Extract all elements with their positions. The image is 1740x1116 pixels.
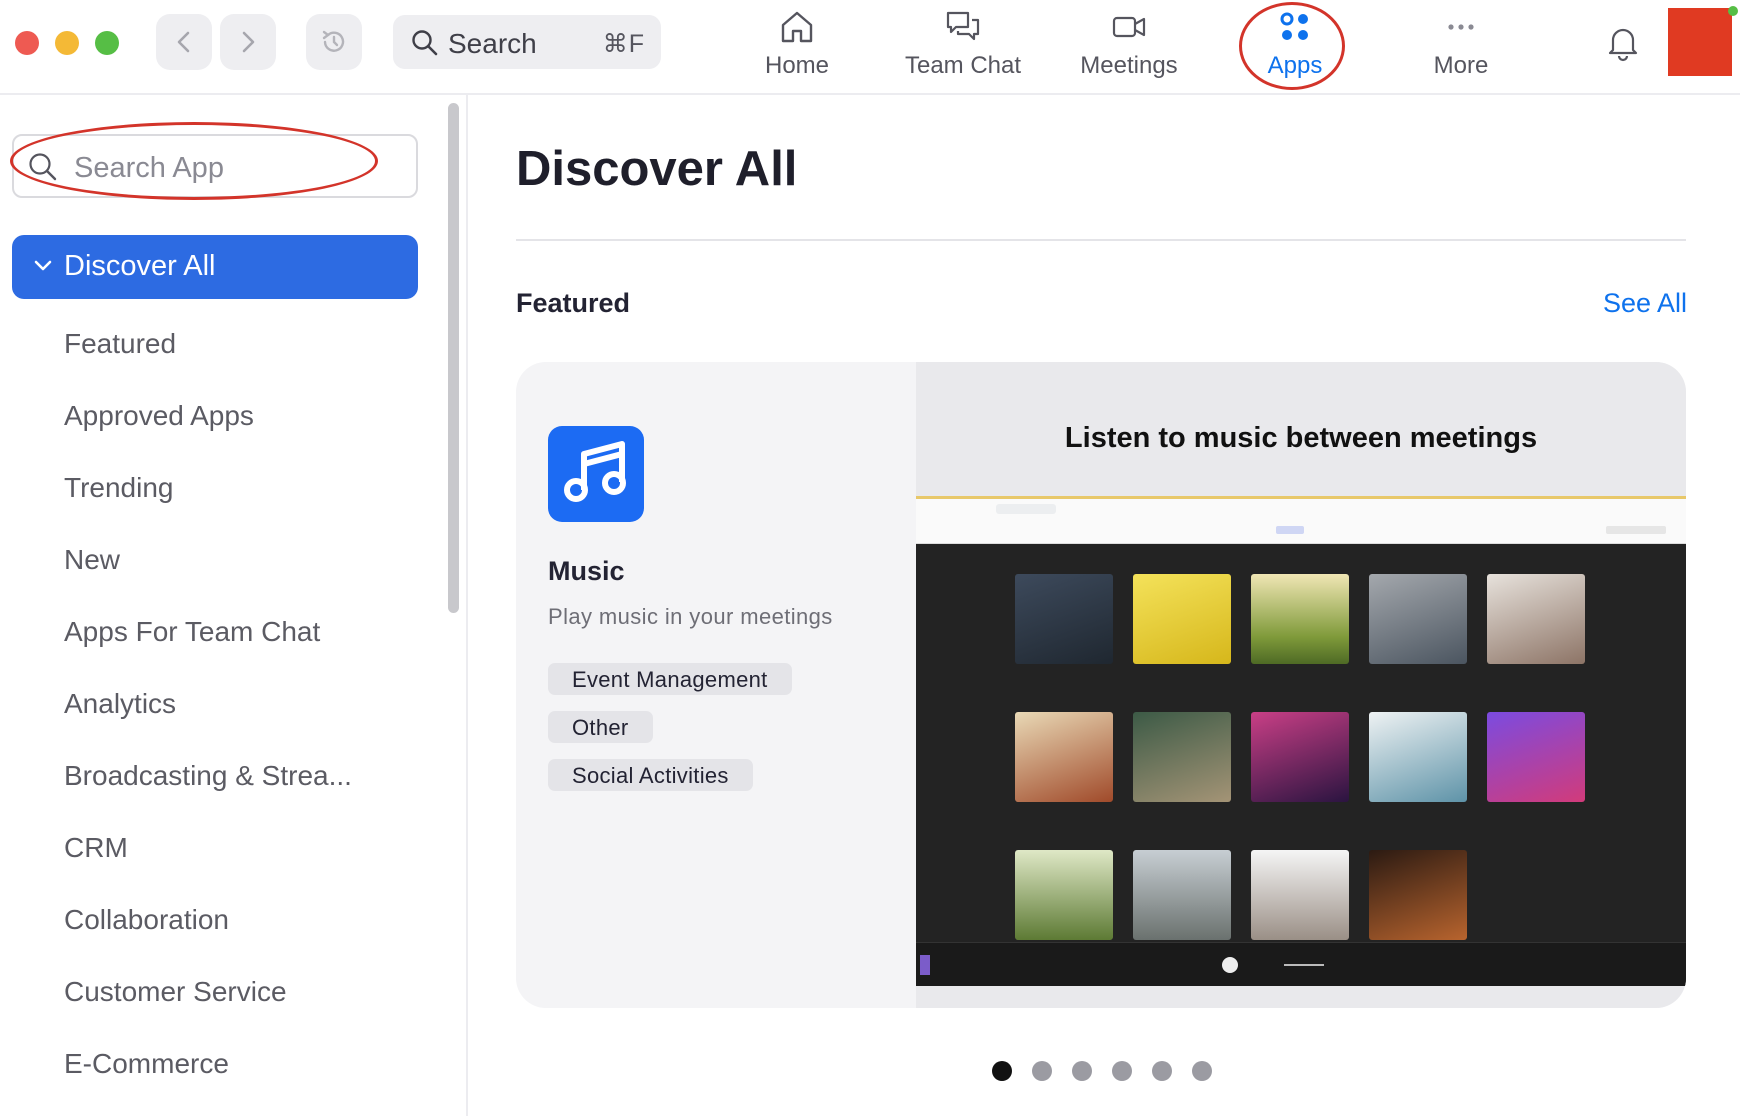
annotation-circle-search-app xyxy=(10,122,378,200)
screenshot-player-bar xyxy=(916,942,1686,986)
pager-dot-1[interactable] xyxy=(992,1061,1012,1081)
featured-banner: Listen to music between meetings xyxy=(916,362,1686,1008)
thumbnail-3 xyxy=(1251,574,1349,664)
search-icon xyxy=(412,30,438,56)
chevron-down-icon xyxy=(34,260,52,271)
thumbnail-13 xyxy=(1251,850,1349,940)
bell-icon xyxy=(1608,28,1638,62)
thumbnail-1 xyxy=(1015,574,1113,664)
tab-team-chat-label: Team Chat xyxy=(904,52,1022,79)
chevron-left-icon xyxy=(177,31,190,53)
pager-dot-6[interactable] xyxy=(1192,1061,1212,1081)
thumbnail-14 xyxy=(1369,850,1467,940)
category-featured[interactable]: Featured xyxy=(64,328,176,360)
section-title: Featured xyxy=(516,288,631,318)
avatar[interactable] xyxy=(1668,8,1732,76)
thumbnail-6 xyxy=(1015,712,1113,802)
banner-screenshot xyxy=(916,496,1686,986)
category-apps-for-team-chat[interactable]: Apps For Team Chat xyxy=(64,616,320,648)
category-e-commerce[interactable]: E-Commerce xyxy=(64,1048,229,1080)
music-app-icon xyxy=(548,426,644,522)
app-description: Play music in your meetings xyxy=(548,604,833,629)
category-discover-all[interactable]: Discover All xyxy=(12,235,418,299)
thumbnail-11 xyxy=(1015,850,1113,940)
tag-event-management[interactable]: Event Management xyxy=(548,663,792,695)
thumbnail-4 xyxy=(1369,574,1467,664)
tab-more[interactable]: More xyxy=(1391,8,1531,86)
tab-home-label: Home xyxy=(764,52,830,79)
close-window-button[interactable] xyxy=(15,31,39,55)
history-icon xyxy=(322,30,345,52)
search-shortcut: ⌘F xyxy=(602,30,645,58)
tab-more-label: More xyxy=(1433,52,1489,79)
category-trending[interactable]: Trending xyxy=(64,472,173,504)
category-approved-apps[interactable]: Approved Apps xyxy=(64,400,254,432)
category-customer-service[interactable]: Customer Service xyxy=(64,976,287,1008)
pager-dot-4[interactable] xyxy=(1112,1061,1132,1081)
tab-meetings[interactable]: Meetings xyxy=(1059,8,1199,86)
see-all-link[interactable]: See All xyxy=(1603,288,1687,319)
featured-app-info: Music Play music in your meetings Event … xyxy=(516,362,916,1008)
category-collaboration[interactable]: Collaboration xyxy=(64,904,229,936)
tag-social-activities[interactable]: Social Activities xyxy=(548,759,753,791)
chevron-right-icon xyxy=(242,31,255,53)
category-broadcasting[interactable]: Broadcasting & Strea... xyxy=(64,760,352,792)
pager-dot-5[interactable] xyxy=(1152,1061,1172,1081)
search-label: Search xyxy=(448,28,537,59)
thumbnail-12 xyxy=(1133,850,1231,940)
featured-app-card[interactable]: Music Play music in your meetings Event … xyxy=(516,362,1686,1008)
zoom-window-button[interactable] xyxy=(95,31,119,55)
sidebar: Search App Discover All Featured Approve… xyxy=(0,95,468,1116)
pager-dot-2[interactable] xyxy=(1032,1061,1052,1081)
more-icon xyxy=(1448,24,1474,30)
tab-meetings-label: Meetings xyxy=(1080,52,1178,79)
video-icon xyxy=(1112,16,1146,38)
thumbnail-7 xyxy=(1133,712,1231,802)
top-toolbar: Search ⌘F Home Team Chat Meetings Apps M… xyxy=(0,0,1740,95)
divider xyxy=(516,239,1686,241)
screenshot-toolbar xyxy=(916,496,1686,544)
history-button[interactable] xyxy=(306,14,362,70)
notifications-button[interactable] xyxy=(1603,22,1643,62)
thumbnail-2 xyxy=(1133,574,1231,664)
category-analytics[interactable]: Analytics xyxy=(64,688,176,720)
minimize-window-button[interactable] xyxy=(55,31,79,55)
global-search[interactable]: Search ⌘F xyxy=(393,15,661,69)
status-dot xyxy=(1728,6,1738,16)
thumbnail-5 xyxy=(1487,574,1585,664)
main-content: Discover All Featured See All Music Play… xyxy=(470,95,1740,1116)
chat-icon xyxy=(946,11,980,41)
tab-home[interactable]: Home xyxy=(727,8,867,86)
category-crm[interactable]: CRM xyxy=(64,832,128,864)
page-title: Discover All xyxy=(516,142,798,196)
app-name: Music xyxy=(548,556,625,586)
thumbnail-9 xyxy=(1369,712,1467,802)
category-new[interactable]: New xyxy=(64,544,120,576)
home-icon xyxy=(781,11,813,43)
thumbnail-8 xyxy=(1251,712,1349,802)
tab-team-chat[interactable]: Team Chat xyxy=(893,8,1033,86)
back-button[interactable] xyxy=(156,14,212,70)
forward-button[interactable] xyxy=(220,14,276,70)
sidebar-scrollbar[interactable] xyxy=(448,103,459,613)
tag-other[interactable]: Other xyxy=(548,711,653,743)
category-discover-all-label: Discover All xyxy=(64,250,216,282)
pager-dot-3[interactable] xyxy=(1072,1061,1092,1081)
banner-title: Listen to music between meetings xyxy=(1064,422,1538,454)
annotation-circle-apps xyxy=(1239,2,1345,90)
music-note-icon xyxy=(564,441,626,502)
thumbnail-10 xyxy=(1487,712,1585,802)
